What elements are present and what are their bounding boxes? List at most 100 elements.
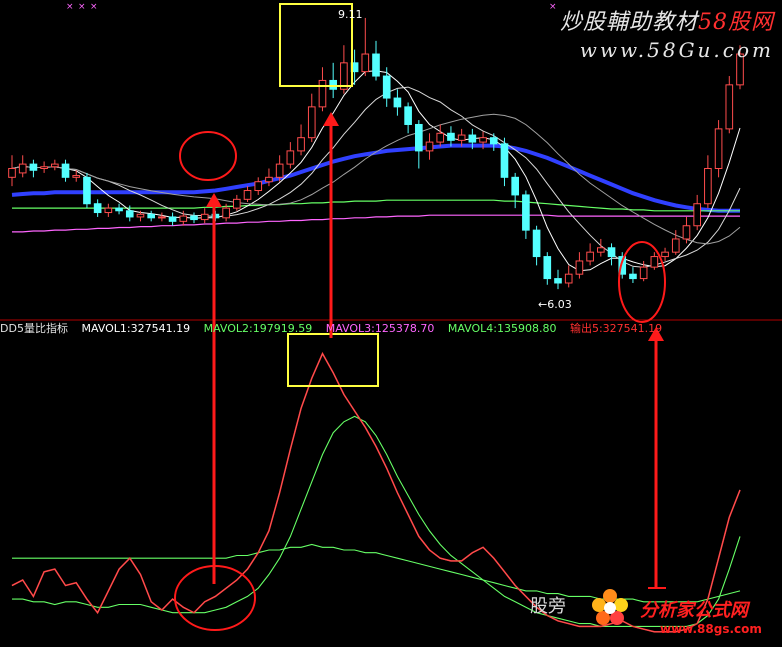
indicator-name: DD5量比指标 bbox=[0, 322, 68, 335]
candle-body bbox=[168, 216, 177, 222]
watermark-bottom-url: www.88gs.com bbox=[660, 622, 762, 636]
candle-body bbox=[704, 168, 712, 205]
high-price-label: 9.11 bbox=[338, 8, 363, 21]
top-marker: × bbox=[549, 2, 557, 12]
candle-body bbox=[425, 141, 434, 152]
candle-body bbox=[436, 132, 445, 143]
price-ma-line bbox=[12, 214, 740, 233]
candle-body bbox=[629, 273, 637, 280]
candle-body bbox=[125, 210, 134, 218]
candle-body bbox=[72, 175, 81, 178]
candle-body bbox=[61, 163, 70, 178]
candle-body bbox=[243, 190, 252, 200]
legend-mavol1: MAVOL1:327541.19 bbox=[81, 322, 191, 335]
top-marker: × bbox=[66, 2, 74, 12]
candle-body bbox=[40, 166, 48, 170]
indicator-line-MAVOL1 bbox=[11, 352, 741, 633]
annotation-circle bbox=[618, 241, 666, 323]
annotation-box bbox=[287, 333, 379, 387]
candle-body bbox=[479, 137, 487, 143]
watermark-88gs: 股旁 分析家公式网 www.88gs.com bbox=[530, 589, 762, 636]
candle-body bbox=[254, 181, 263, 192]
candle-body bbox=[511, 176, 519, 196]
top-marker: × bbox=[78, 2, 86, 12]
legend-output: 输出5:327541.19 bbox=[569, 322, 663, 335]
candle-body bbox=[286, 150, 295, 165]
candle-body bbox=[597, 247, 605, 253]
candle-body bbox=[543, 256, 552, 280]
candle-body bbox=[158, 216, 166, 219]
candle-body bbox=[275, 163, 284, 178]
candle-body bbox=[500, 143, 509, 178]
candle-body bbox=[29, 163, 38, 171]
watermark-title-b: 58股网 bbox=[698, 10, 774, 35]
candle-body bbox=[51, 163, 59, 168]
candle-body bbox=[190, 215, 198, 221]
candle-body bbox=[447, 132, 455, 141]
candle-body bbox=[404, 106, 412, 125]
indicator-line-MAVOL2 bbox=[12, 543, 741, 603]
low-price-label: ←6.03 bbox=[538, 298, 572, 311]
candle-body bbox=[8, 168, 16, 178]
candle-body bbox=[382, 75, 391, 99]
candle-body bbox=[318, 79, 327, 108]
watermark-title-a: 炒股輔助教材 bbox=[559, 10, 698, 35]
watermark-url: www.58Gu.com bbox=[579, 38, 774, 62]
candle-body bbox=[307, 106, 316, 139]
candle-body bbox=[361, 53, 370, 73]
candle-body bbox=[147, 213, 155, 219]
candle-body bbox=[136, 213, 145, 218]
candle-body bbox=[329, 79, 337, 90]
candle-body bbox=[522, 194, 530, 231]
candle-body bbox=[18, 163, 27, 174]
candle-body bbox=[115, 207, 123, 212]
candle-body bbox=[564, 273, 573, 284]
candle-body bbox=[393, 97, 402, 108]
candle-body bbox=[200, 213, 209, 221]
candle-body bbox=[179, 215, 188, 222]
candle-body bbox=[639, 266, 648, 280]
flower-logo-icon bbox=[590, 588, 630, 628]
candle-body bbox=[693, 203, 701, 227]
candle-body bbox=[586, 251, 594, 262]
candle-body bbox=[554, 278, 562, 284]
annotation-arrow-head bbox=[323, 112, 339, 126]
volume-ratio-indicator-lines bbox=[11, 351, 741, 633]
candle-body bbox=[222, 207, 230, 219]
annotation-circle bbox=[179, 131, 237, 181]
candle-body bbox=[489, 137, 498, 145]
stock-chart-screenshot: × × × × 9.11 ←6.03 DD5量比指标 MAVOL1:327541.19… bbox=[0, 0, 782, 647]
candle-body bbox=[297, 137, 305, 152]
candle-body bbox=[682, 225, 691, 240]
candle-body bbox=[468, 134, 477, 143]
watermark-bottom-cn: 股旁 bbox=[530, 596, 566, 617]
candle-body bbox=[93, 203, 102, 214]
candle-body bbox=[725, 84, 734, 130]
price-ma-fan-line bbox=[11, 86, 741, 268]
watermark-58gu: 炒股輔助教材58股网 www.58Gu.com bbox=[560, 4, 774, 62]
legend-mavol2: MAVOL2:197919.59 bbox=[203, 322, 313, 335]
candle-body bbox=[265, 176, 273, 183]
candle-body bbox=[671, 238, 680, 253]
candle-body bbox=[83, 176, 91, 205]
candle-body bbox=[415, 123, 423, 152]
price-moving-averages bbox=[11, 70, 741, 272]
watermark-logo-text: 分析家公式网 bbox=[640, 600, 748, 621]
candle-body bbox=[372, 53, 380, 77]
indicator-line-输出5 bbox=[11, 351, 741, 633]
candle-body bbox=[532, 229, 541, 258]
price-ma-fan-line bbox=[11, 70, 741, 272]
candle-body bbox=[661, 251, 669, 258]
top-marker: × bbox=[90, 2, 98, 12]
candle-body bbox=[457, 134, 466, 141]
annotations: × × × × bbox=[66, 2, 666, 631]
legend-mavol3: MAVOL3:125378.70 bbox=[325, 322, 435, 335]
candle-body bbox=[233, 198, 241, 209]
candle-body bbox=[650, 256, 659, 268]
indicator-legend: DD5量比指标 MAVOL1:327541.19 MAVOL2:197919.5… bbox=[0, 322, 672, 338]
candle-body bbox=[104, 207, 113, 214]
legend-mavol4: MAVOL4:135908.80 bbox=[447, 322, 557, 335]
candle-body bbox=[714, 128, 723, 170]
candle-body bbox=[607, 247, 616, 258]
price-ma-fan-line bbox=[11, 113, 741, 245]
